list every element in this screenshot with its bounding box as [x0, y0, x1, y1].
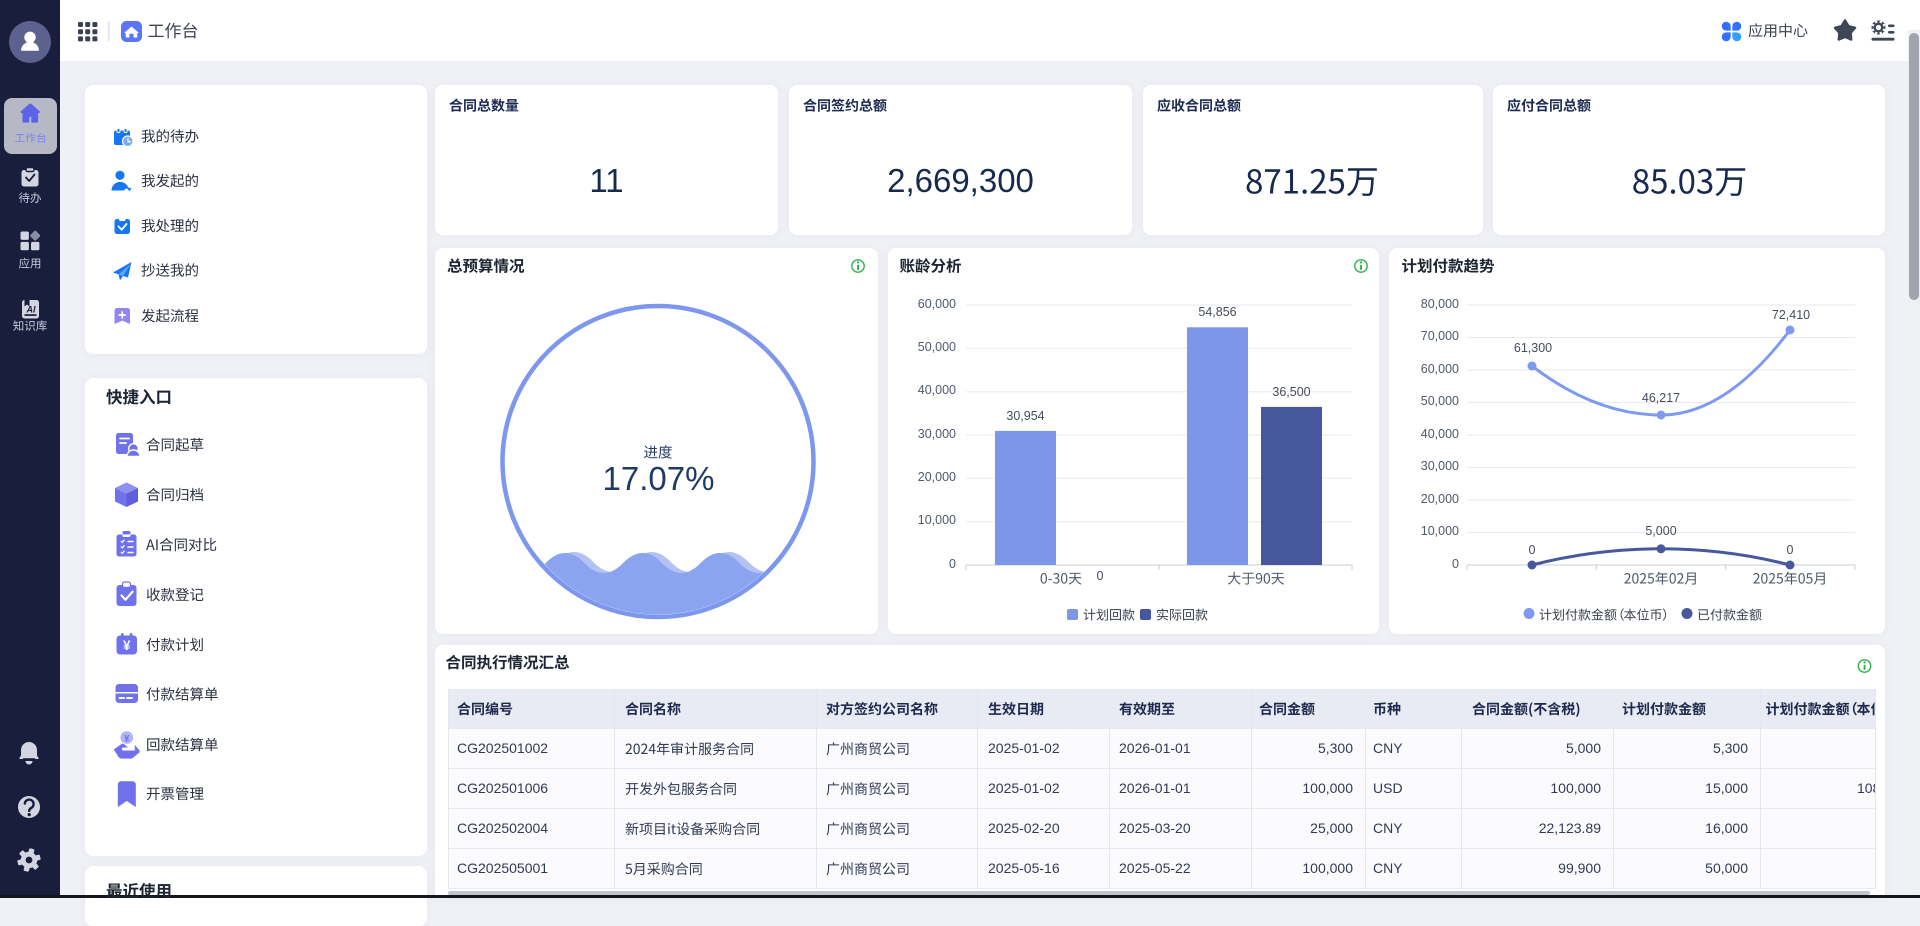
svg-text:¥: ¥ [123, 638, 131, 653]
svg-text:AI: AI [26, 305, 36, 315]
svg-text:¥: ¥ [124, 733, 130, 744]
